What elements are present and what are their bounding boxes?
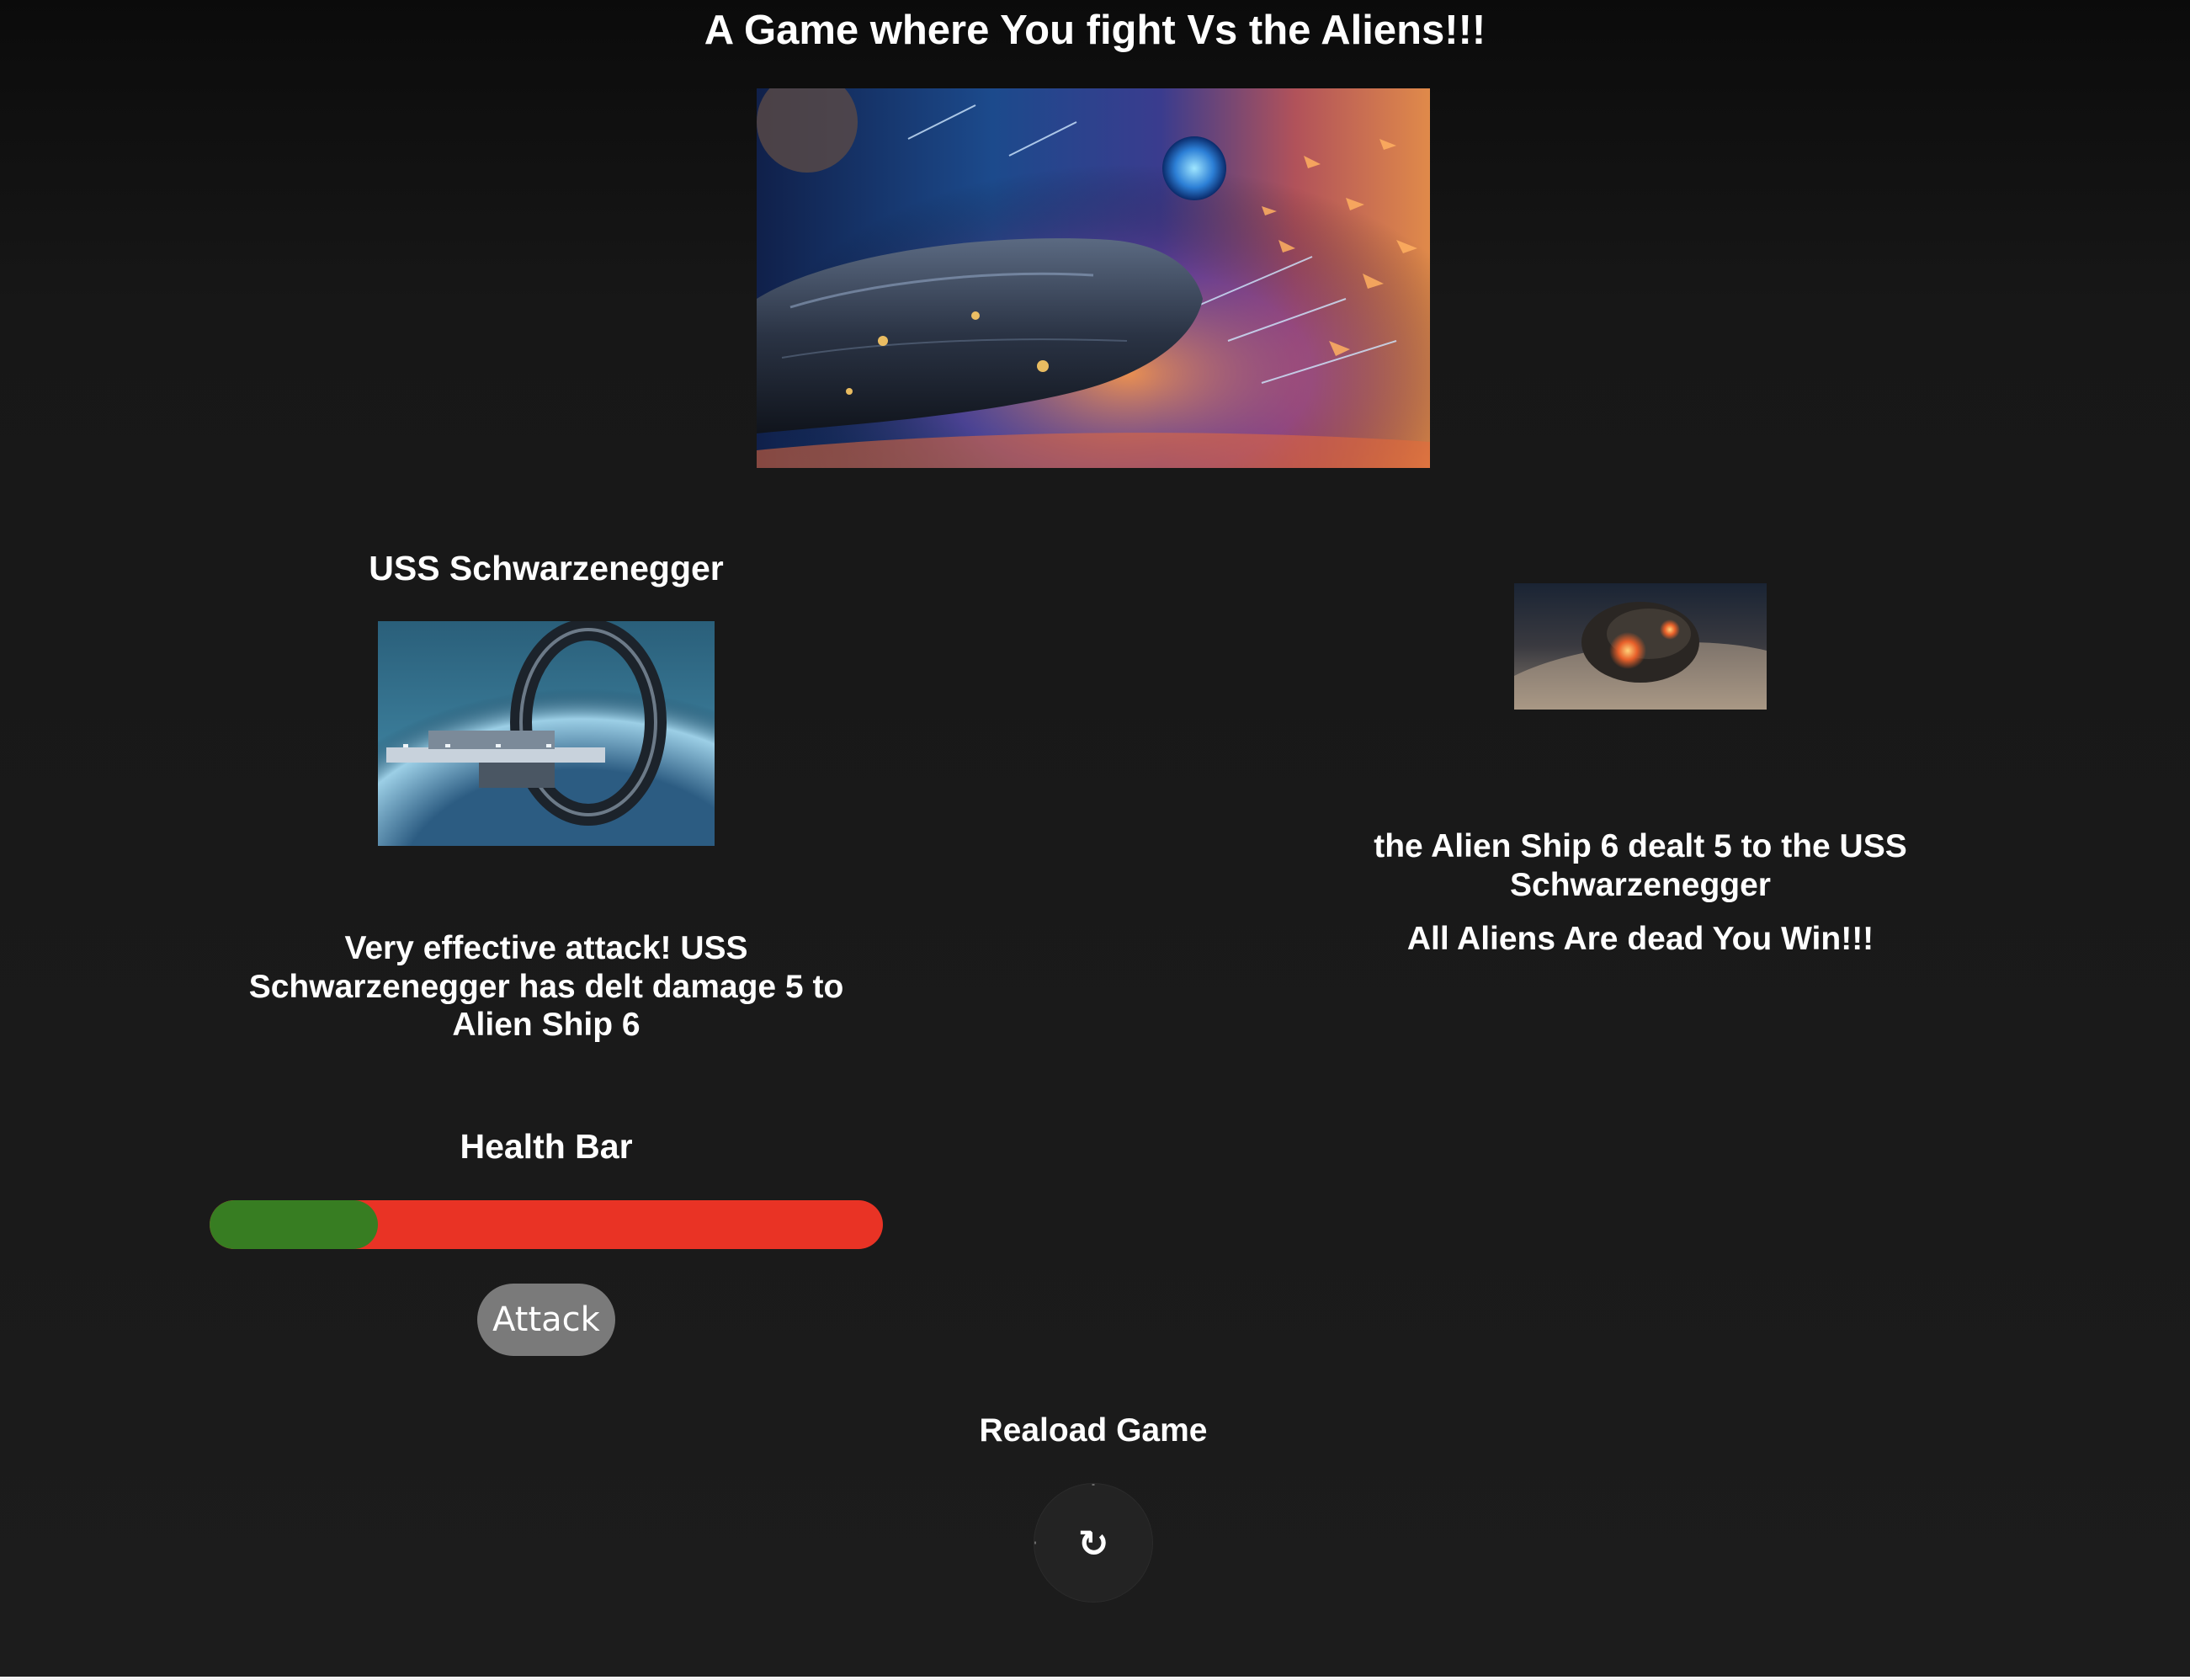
alien-attack-message: the Alien Ship 6 dealt 5 to the USS Schw… bbox=[1374, 828, 1907, 903]
game-page: A Game where You fight Vs the Aliens!!! bbox=[0, 0, 2190, 1680]
alien-ship-image bbox=[1514, 583, 1767, 710]
player-ship-image bbox=[378, 621, 715, 846]
health-bar-fill bbox=[210, 1200, 378, 1249]
reload-icon: ↻ bbox=[1077, 1523, 1109, 1566]
attack-button[interactable]: Attack bbox=[477, 1284, 615, 1356]
page-title: A Game where You fight Vs the Aliens!!! bbox=[704, 8, 1486, 53]
reload-game-label: Reaload Game bbox=[979, 1412, 1208, 1449]
health-bar-label: Health Bar bbox=[460, 1127, 633, 1166]
space-battle-image bbox=[757, 88, 1430, 468]
player-ship-name: USS Schwarzenegger bbox=[369, 549, 724, 587]
page-bottom-edge bbox=[0, 1677, 2190, 1680]
health-bar bbox=[210, 1200, 883, 1249]
player-attack-message: Very effective attack! USS Schwarzenegge… bbox=[248, 930, 844, 1043]
reload-game-button[interactable]: ↻ bbox=[1034, 1484, 1152, 1602]
game-result-message: All Aliens Are dead You Win!!! bbox=[1406, 921, 1874, 957]
